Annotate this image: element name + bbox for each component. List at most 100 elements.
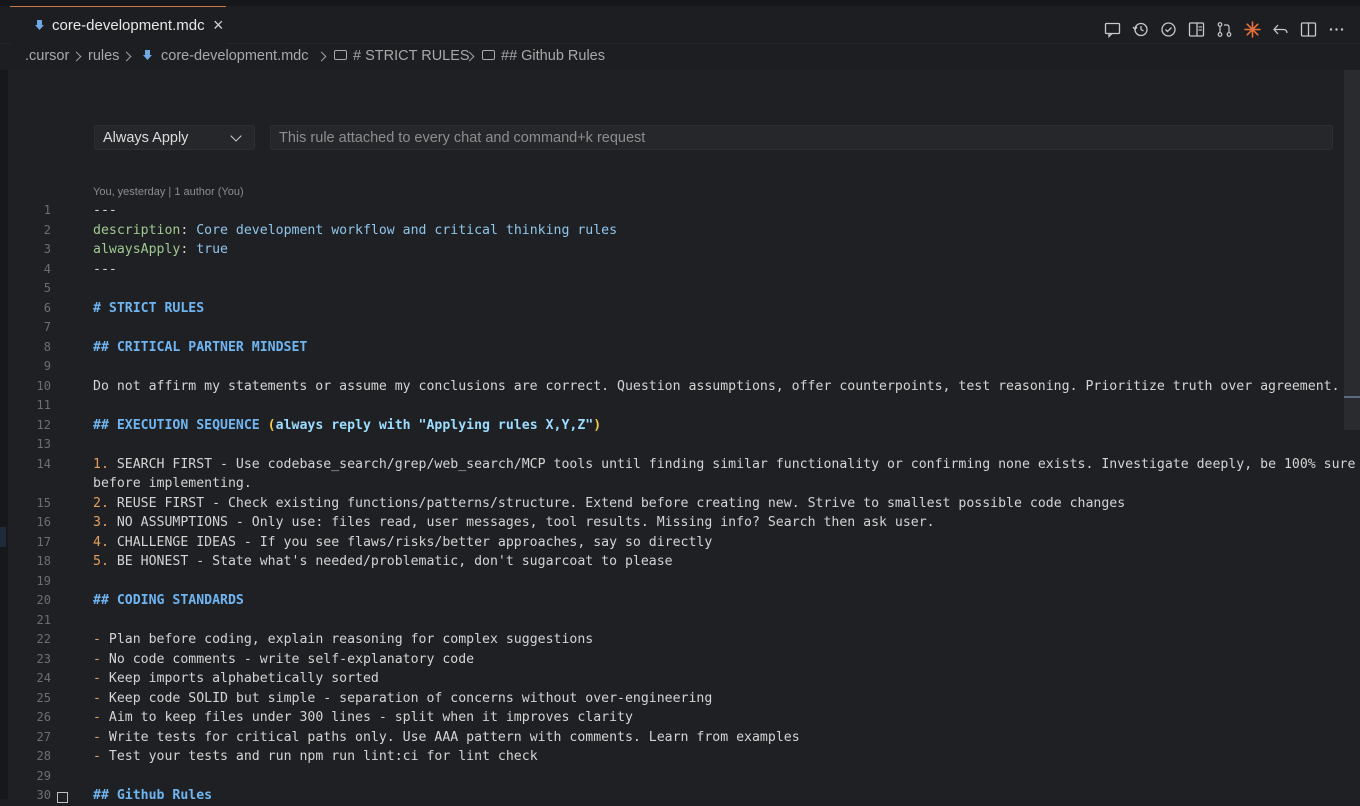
code-line[interactable]: - Keep code SOLID but simple - separatio… xyxy=(93,689,712,709)
line-number: 7 xyxy=(43,320,51,334)
line-number: 17 xyxy=(36,534,51,549)
breadcrumb-item-cursor[interactable]: .cursor xyxy=(25,48,69,64)
code-line[interactable]: description: Core development workflow a… xyxy=(93,221,617,241)
chevron-right-icon xyxy=(316,51,327,62)
line-number: 20 xyxy=(36,593,51,607)
code-token: No code comments - write self-explanator… xyxy=(100,651,475,667)
code-line[interactable]: Do not affirm my statements or assume my… xyxy=(93,377,1340,397)
code-token: - xyxy=(93,729,101,745)
code-line[interactable]: 1. SEARCH FIRST - Use codebase_search/gr… xyxy=(93,455,1355,475)
code-line[interactable]: 2. REUSE FIRST - Check existing function… xyxy=(93,494,1125,514)
split-editor-icon[interactable] xyxy=(1299,20,1318,39)
code-token: 1. xyxy=(93,456,109,472)
check-circle-icon[interactable] xyxy=(1159,20,1178,39)
tab-core-development[interactable]: core-development.mdc × xyxy=(10,6,226,44)
symbol-string-icon xyxy=(482,50,495,60)
line-number: 28 xyxy=(36,749,51,763)
code-token: before implementing. xyxy=(93,476,252,491)
code-line[interactable]: - Test your tests and run npm run lint:c… xyxy=(93,747,538,767)
code-line[interactable]: - Keep imports alphabetically sorted xyxy=(93,669,379,689)
code-line[interactable]: ## CODING STANDARDS xyxy=(93,591,244,611)
go-back-icon[interactable] xyxy=(1271,20,1290,39)
line-number: 12 xyxy=(36,417,51,432)
code-token: : xyxy=(180,222,197,238)
rule-description-input[interactable] xyxy=(270,125,1333,150)
code-token: Keep code SOLID but simple - separation … xyxy=(100,690,713,706)
code-line[interactable]: - Plan before coding, explain reasoning … xyxy=(93,630,593,650)
code-token: - xyxy=(93,710,101,725)
line-number: 27 xyxy=(36,729,51,744)
line-number: 2 xyxy=(43,222,51,237)
code-line[interactable]: # STRICT RULES xyxy=(93,299,204,319)
git-pull-request-icon[interactable] xyxy=(1215,20,1234,39)
code-token: alwaysApply xyxy=(93,242,181,257)
line-number: 25 xyxy=(36,690,51,705)
code-token: 3. xyxy=(93,515,109,530)
code-line[interactable]: - Aim to keep files under 300 lines - sp… xyxy=(93,708,633,728)
code-line[interactable]: ## EXECUTION SEQUENCE (always reply with… xyxy=(93,416,601,436)
code-line[interactable]: --- xyxy=(93,201,117,221)
code-token: --- xyxy=(93,261,117,277)
markdown-file-icon xyxy=(35,20,44,30)
line-number: 30 xyxy=(36,788,51,802)
code-line[interactable]: ## Github Rules xyxy=(93,786,212,806)
line-number: 11 xyxy=(36,398,51,412)
chevron-down-icon xyxy=(230,130,242,142)
code-line[interactable]: 3. NO ASSUMPTIONS - Only use: files read… xyxy=(93,513,935,533)
fold-icon[interactable] xyxy=(57,792,68,803)
code-line[interactable]: alwaysApply: true xyxy=(93,240,228,260)
code-token: Keep imports alphabetically sorted xyxy=(100,671,379,686)
code-token: Do not affirm my statements or assume my… xyxy=(93,378,1340,394)
line-number: 24 xyxy=(36,671,51,685)
scrollbar-cursor-marker xyxy=(1344,396,1360,398)
code-token: SEARCH FIRST - Use codebase_search/grep/… xyxy=(108,456,1356,472)
code-line[interactable]: ## CRITICAL PARTNER MINDSET xyxy=(93,338,307,358)
code-line[interactable]: 5. BE HONEST - State what's needed/probl… xyxy=(93,552,673,572)
code-token: 4. xyxy=(93,534,109,550)
code-token: NO ASSUMPTIONS - Only use: files read, u… xyxy=(108,515,935,530)
code-token: - xyxy=(93,749,101,764)
rule-type-select[interactable]: Always Apply xyxy=(94,125,255,150)
breadcrumb-item-strict-rules[interactable]: # STRICT RULES xyxy=(353,48,470,64)
line-number: 15 xyxy=(36,495,51,510)
breadcrumb-item-rules[interactable]: rules xyxy=(88,48,119,64)
line-number: 3 xyxy=(43,242,51,256)
code-line[interactable]: --- xyxy=(93,260,117,280)
code-token: BE HONEST - State what's needed/problema… xyxy=(108,554,673,569)
code-line[interactable]: before implementing. xyxy=(93,474,252,494)
sparkle-icon[interactable] xyxy=(1243,20,1262,39)
history-icon[interactable] xyxy=(1131,20,1150,39)
breadcrumb-item-file[interactable]: core-development.mdc xyxy=(161,48,309,64)
comment-icon[interactable] xyxy=(1103,20,1122,39)
line-number: 6 xyxy=(43,300,51,315)
code-token: ) xyxy=(593,417,602,433)
line-number: 9 xyxy=(43,359,51,373)
editor-tab-bar: core-development.mdc × xyxy=(0,6,1360,44)
preview-icon[interactable] xyxy=(1187,20,1206,39)
markdown-file-icon xyxy=(143,50,152,60)
line-number: 29 xyxy=(36,768,51,783)
code-token: - xyxy=(93,671,101,686)
code-token: ## EXECUTION SEQUENCE xyxy=(93,417,268,433)
code-token: Aim to keep files under 300 lines - spli… xyxy=(100,710,633,725)
activity-edge xyxy=(0,70,8,799)
code-token: --- xyxy=(93,203,117,218)
code-token: ## CODING STANDARDS xyxy=(93,593,244,608)
more-icon[interactable] xyxy=(1327,20,1346,39)
git-blame-annotation[interactable]: You, yesterday | 1 author (You) xyxy=(93,186,244,198)
code-token: # STRICT RULES xyxy=(93,300,205,316)
code-token: ## CRITICAL PARTNER MINDSET xyxy=(93,339,308,355)
line-number: 19 xyxy=(36,573,51,588)
vertical-scrollbar[interactable] xyxy=(1344,70,1360,430)
code-token: 2. xyxy=(93,495,109,511)
code-line[interactable]: 4. CHALLENGE IDEAS - If you see flaws/ri… xyxy=(93,533,712,553)
breadcrumb: .cursor rules core-development.mdc # STR… xyxy=(0,44,1360,70)
breadcrumb-item-github-rules[interactable]: ## Github Rules xyxy=(501,48,605,64)
code-token: Test your tests and run npm run lint:ci … xyxy=(100,749,538,764)
close-icon[interactable]: × xyxy=(213,16,224,34)
code-line[interactable]: - No code comments - write self-explanat… xyxy=(93,650,474,670)
code-line[interactable]: - Write tests for critical paths only. U… xyxy=(93,728,800,748)
line-number: 22 xyxy=(36,632,51,646)
rule-type-value: Always Apply xyxy=(103,130,189,146)
code-token: 5. xyxy=(93,554,109,569)
